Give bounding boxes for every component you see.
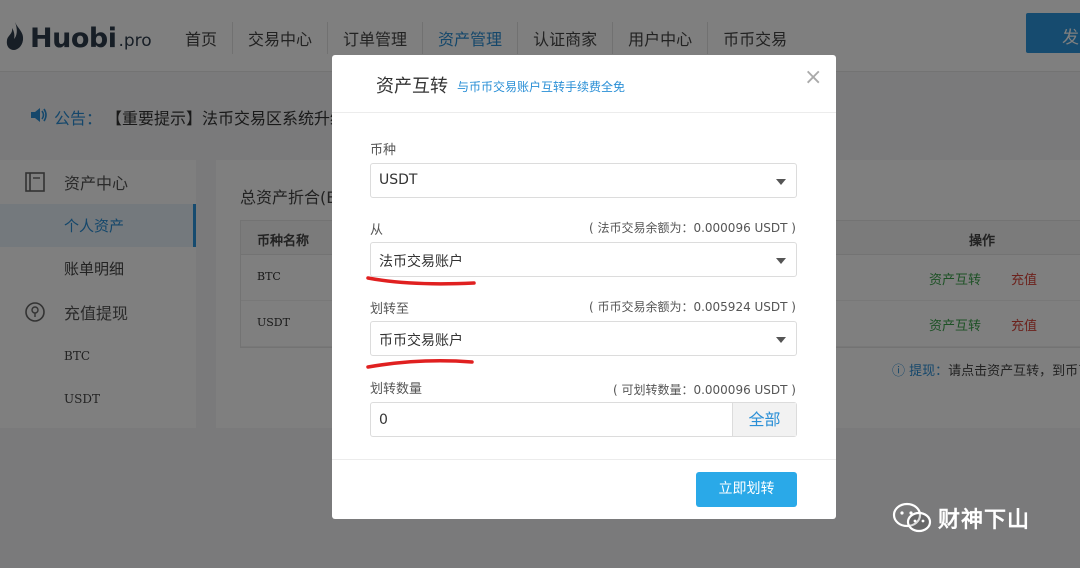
wechat-icon <box>892 502 932 533</box>
red-underline-to <box>366 359 474 369</box>
red-underline-annotations <box>366 276 476 369</box>
watermark: 财神下山 <box>892 502 1030 534</box>
watermark-text: 财神下山 <box>938 508 1031 533</box>
red-underline-from <box>366 276 476 286</box>
